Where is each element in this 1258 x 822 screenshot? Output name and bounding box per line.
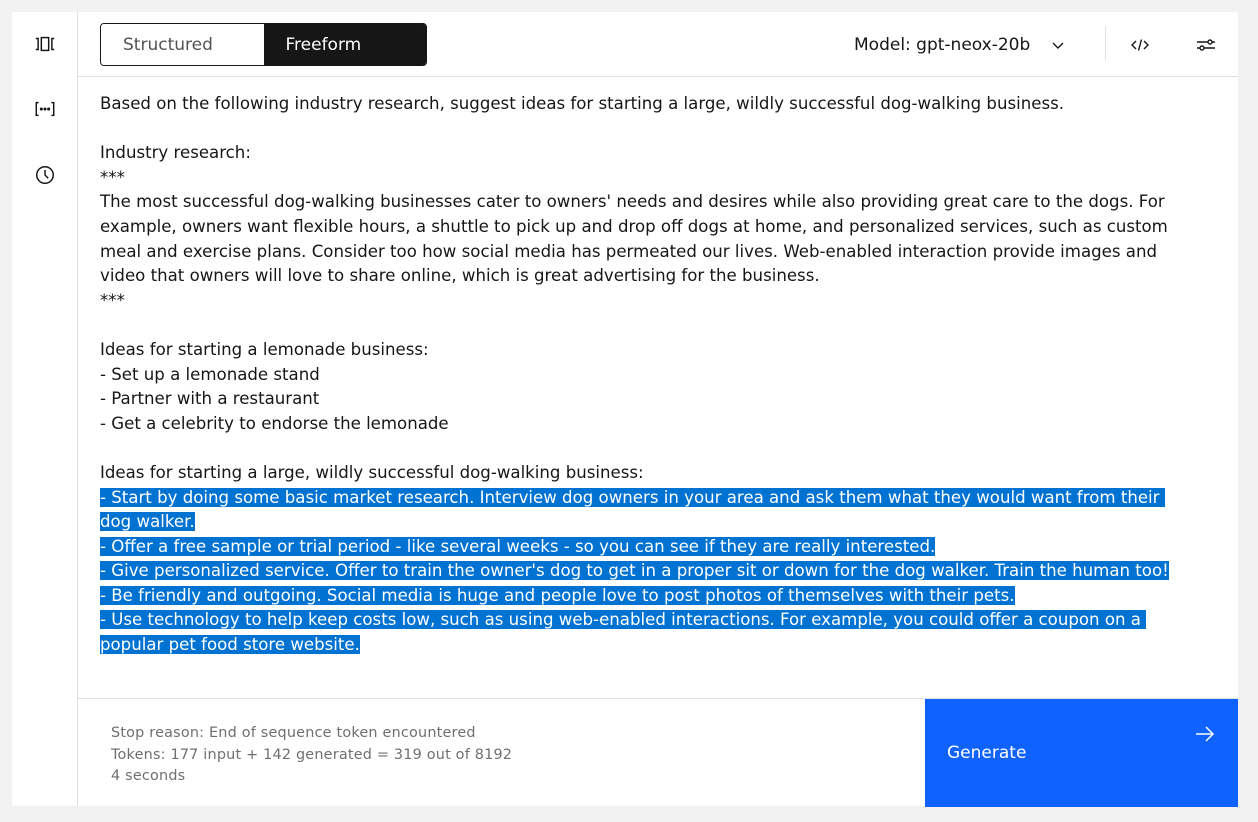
prompt-line: Ideas for starting a large, wildly succe… [100, 462, 644, 482]
prompt-line: *** [100, 290, 125, 310]
mode-freeform-button[interactable]: Freeform [263, 24, 426, 65]
generated-text-selection: - Offer a free sample or trial period - … [100, 536, 936, 556]
sidebar-item-carousel[interactable] [29, 28, 61, 60]
parameters-button[interactable] [1190, 29, 1222, 61]
footer: Stop reason: End of sequence token encou… [78, 698, 1238, 807]
prompt-editor[interactable]: Based on the following industry research… [100, 92, 1180, 692]
stop-reason: Stop reason: End of sequence token encou… [111, 725, 476, 741]
header: Structured Freeform Model: gpt-neox-20b [78, 12, 1238, 77]
prompt-line [100, 313, 1180, 338]
sidebar-item-variables[interactable] [29, 93, 61, 125]
mode-toggle: Structured Freeform [100, 23, 427, 66]
generated-text-selection: - Be friendly and outgoing. Social media… [100, 585, 1015, 605]
arrow-right-icon [1196, 726, 1215, 742]
carousel-icon [35, 36, 55, 52]
duration: 4 seconds [111, 768, 186, 784]
chevron-down-icon [1052, 42, 1064, 49]
generated-text-selection: - Use technology to help keep costs low,… [100, 610, 1147, 655]
app-window: Structured Freeform Model: gpt-neox-20b [12, 12, 1238, 807]
token-count: Tokens: 177 input + 142 generated = 319 … [111, 746, 513, 763]
model-dropdown[interactable]: Model: gpt-neox-20b [854, 30, 1066, 60]
generated-line: - Offer a free sample or trial period - … [100, 535, 1180, 560]
sidebar-item-history[interactable] [29, 159, 61, 191]
prompt-line: *** [100, 167, 125, 187]
prompt-line: - Partner with a restaurant [100, 389, 320, 409]
generation-stats: Stop reason: End of sequence token encou… [111, 723, 512, 788]
prompt-line: Based on the following industry research… [100, 94, 1065, 113]
view-code-button[interactable] [1124, 29, 1156, 61]
bracket-dots-icon [35, 101, 55, 117]
main-panel: Structured Freeform Model: gpt-neox-20b [78, 12, 1238, 807]
generate-button[interactable]: Generate [925, 699, 1238, 807]
generated-text-selection: - Start by doing some basic market resea… [100, 487, 1165, 532]
model-label: Model: gpt-neox-20b [854, 35, 1031, 55]
generate-label: Generate [947, 743, 1027, 763]
prompt-line: - Set up a lemonade stand [100, 364, 320, 384]
generated-text-selection: - Give personalized service. Offer to tr… [100, 561, 1169, 581]
generated-line: - Use technology to help keep costs low,… [100, 608, 1180, 657]
generated-line: - Start by doing some basic market resea… [100, 486, 1180, 535]
prompt-line: Ideas for starting a lemonade business: [100, 339, 429, 359]
generated-line: - Give personalized service. Offer to tr… [100, 559, 1180, 584]
mode-structured-button[interactable]: Structured [101, 24, 264, 65]
clock-icon [36, 166, 54, 184]
prompt-line [100, 117, 1180, 142]
sidebar [12, 12, 78, 806]
prompt-line: - Get a celebrity to endorse the lemonad… [100, 413, 449, 433]
header-divider [1105, 26, 1106, 60]
sliders-icon [1197, 39, 1215, 51]
prompt-line: The most successful dog-walking business… [100, 192, 1174, 286]
code-icon [1131, 39, 1149, 51]
prompt-line: Industry research: [100, 143, 251, 163]
prompt-line [100, 436, 1180, 461]
generated-line: - Be friendly and outgoing. Social media… [100, 584, 1180, 609]
